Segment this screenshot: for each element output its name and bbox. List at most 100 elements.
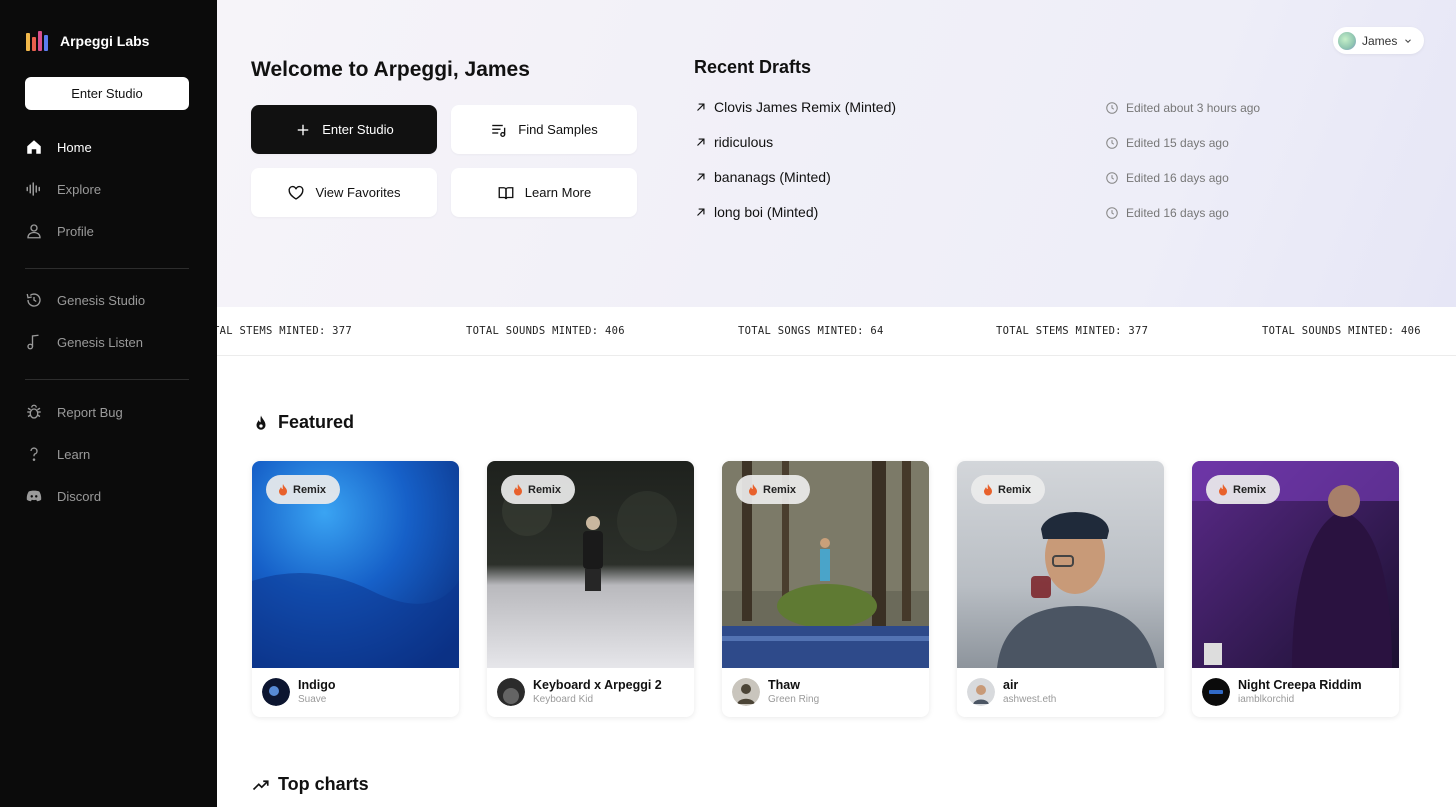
flame-icon bbox=[1219, 483, 1227, 495]
card-title: Thaw bbox=[768, 678, 800, 692]
arrow-up-right-icon bbox=[697, 138, 705, 146]
badge-label: Remix bbox=[293, 483, 327, 496]
enter-studio-label: Enter Studio bbox=[322, 122, 394, 137]
question-icon bbox=[30, 447, 38, 461]
draft-edited: Edited 16 days ago bbox=[1105, 168, 1229, 188]
draft-name[interactable]: ridiculous bbox=[714, 134, 773, 150]
user-menu-button[interactable]: James bbox=[1333, 27, 1424, 54]
badge-label: Remix bbox=[1233, 483, 1267, 496]
draft-edited: Edited 15 days ago bbox=[1105, 133, 1229, 153]
draft-edited: Edited 16 days ago bbox=[1105, 203, 1229, 223]
brand[interactable]: Arpeggi Labs bbox=[26, 31, 149, 51]
recent-drafts-title: Recent Drafts bbox=[694, 57, 812, 77]
arrow-up-right-icon bbox=[697, 103, 705, 111]
clock-icon bbox=[1106, 207, 1118, 219]
sidebar-item-label: Genesis Listen bbox=[57, 334, 143, 350]
bug-icon bbox=[27, 404, 41, 419]
draft-name[interactable]: Clovis James Remix (Minted) bbox=[714, 99, 896, 115]
sidebar-item-label: Report Bug bbox=[57, 404, 123, 420]
ticker-item: TOTAL SOUNDS MINTED: 406 bbox=[466, 325, 625, 337]
draft-row[interactable]: Clovis James Remix (Minted) Edited about… bbox=[694, 98, 1294, 118]
find-samples-button[interactable]: Find Samples bbox=[451, 105, 637, 154]
remix-badge: Remix bbox=[266, 475, 341, 504]
discord-icon bbox=[26, 490, 42, 502]
sidebar-item-label: Discord bbox=[57, 488, 102, 504]
artist-avatar bbox=[262, 678, 290, 706]
artist-avatar bbox=[1202, 678, 1230, 706]
arrow-up-right-icon bbox=[697, 208, 705, 216]
ticker-item: TOTAL SOUNDS MINTED: 406 bbox=[1262, 325, 1421, 337]
sidebar-item-genesis-listen[interactable]: Genesis Listen bbox=[25, 331, 143, 353]
clock-icon bbox=[1106, 172, 1118, 184]
remix-badge: Remix bbox=[736, 475, 811, 504]
featured-title-text: Featured bbox=[278, 412, 355, 432]
sidebar-item-home[interactable]: Home bbox=[25, 136, 92, 158]
draft-row[interactable]: long boi (Minted) Edited 16 days ago bbox=[694, 203, 1294, 223]
sidebar-item-explore[interactable]: Explore bbox=[25, 178, 101, 200]
flame-icon bbox=[514, 483, 522, 495]
card-title: Indigo bbox=[298, 678, 336, 692]
ticker-item: TOTAL SONGS MINTED: 64 bbox=[738, 325, 884, 337]
card-title: Night Creepa Riddim bbox=[1238, 678, 1362, 692]
sidebar-item-learn[interactable]: Learn bbox=[25, 443, 90, 465]
badge-label: Remix bbox=[528, 483, 562, 496]
draft-row[interactable]: bananags (Minted) Edited 16 days ago bbox=[694, 168, 1294, 188]
draft-edited-text: Edited 15 days ago bbox=[1126, 136, 1229, 150]
music-note-icon bbox=[27, 334, 39, 350]
draft-name[interactable]: bananags (Minted) bbox=[714, 169, 831, 185]
sidebar-item-label: Profile bbox=[57, 223, 94, 239]
clock-icon bbox=[1106, 137, 1118, 149]
featured-card[interactable]: Remix Night Creepa Riddim iamblkorchid bbox=[1192, 461, 1399, 717]
top-charts-title: Top charts bbox=[252, 774, 369, 795]
draft-name[interactable]: long boi (Minted) bbox=[714, 204, 818, 220]
card-artist: Keyboard Kid bbox=[533, 694, 594, 705]
playlist-icon bbox=[492, 124, 506, 137]
remix-badge: Remix bbox=[1206, 475, 1281, 504]
top-charts-title-text: Top charts bbox=[278, 774, 369, 794]
sidebar-item-label: Home bbox=[57, 139, 92, 155]
view-favorites-button[interactable]: View Favorites bbox=[251, 168, 437, 217]
avatar bbox=[1338, 31, 1356, 50]
card-title: Keyboard x Arpeggi 2 bbox=[533, 678, 662, 692]
sidebar-item-label: Learn bbox=[57, 446, 91, 462]
artist-avatar bbox=[497, 678, 525, 706]
artist-avatar bbox=[967, 678, 995, 706]
book-icon bbox=[498, 186, 514, 199]
card-title: air bbox=[1003, 678, 1019, 692]
badge-label: Remix bbox=[763, 483, 797, 496]
draft-edited-text: Edited 16 days ago bbox=[1126, 206, 1229, 220]
draft-edited-text: Edited about 3 hours ago bbox=[1126, 101, 1261, 115]
artist-avatar bbox=[732, 678, 760, 706]
waveform-icon bbox=[26, 182, 40, 196]
sidebar-item-report-bug[interactable]: Report Bug bbox=[25, 401, 123, 423]
flame-icon bbox=[749, 483, 757, 495]
sidebar-item-label: Explore bbox=[57, 181, 102, 197]
sidebar: Arpeggi Labs Enter Studio Home Explore P… bbox=[0, 0, 217, 807]
user-name: James bbox=[1362, 33, 1398, 48]
sidebar-enter-studio-button[interactable]: Enter Studio bbox=[25, 77, 189, 110]
card-artist: ashwest.eth bbox=[1003, 694, 1057, 705]
enter-studio-button[interactable]: Enter Studio bbox=[251, 105, 437, 154]
draft-edited: Edited about 3 hours ago bbox=[1105, 98, 1260, 118]
sidebar-divider bbox=[25, 379, 189, 380]
featured-card[interactable]: Remix Indigo Suave bbox=[252, 461, 459, 717]
featured-card[interactable]: Remix air ashwest.eth bbox=[957, 461, 1164, 717]
history-icon bbox=[26, 293, 41, 307]
sidebar-item-discord[interactable]: Discord bbox=[25, 485, 101, 507]
heart-icon bbox=[289, 185, 304, 200]
featured-card[interactable]: Remix Keyboard x Arpeggi 2 Keyboard Kid bbox=[487, 461, 694, 717]
chevron-down-icon bbox=[1405, 38, 1412, 43]
ticker-item: TAL STEMS MINTED: 377 bbox=[217, 325, 353, 337]
sidebar-item-label: Genesis Studio bbox=[57, 292, 146, 308]
featured-card[interactable]: Remix Thaw Green Ring bbox=[722, 461, 929, 717]
view-favorites-label: View Favorites bbox=[315, 185, 401, 200]
sidebar-item-genesis-studio[interactable]: Genesis Studio bbox=[25, 289, 145, 311]
learn-more-button[interactable]: Learn More bbox=[451, 168, 637, 217]
learn-more-label: Learn More bbox=[524, 185, 592, 200]
draft-row[interactable]: ridiculous Edited 15 days ago bbox=[694, 133, 1294, 153]
badge-label: Remix bbox=[998, 483, 1032, 496]
clock-icon bbox=[1106, 102, 1118, 114]
user-icon bbox=[27, 224, 41, 239]
sidebar-item-profile[interactable]: Profile bbox=[25, 220, 94, 242]
draft-edited-text: Edited 16 days ago bbox=[1126, 171, 1229, 185]
